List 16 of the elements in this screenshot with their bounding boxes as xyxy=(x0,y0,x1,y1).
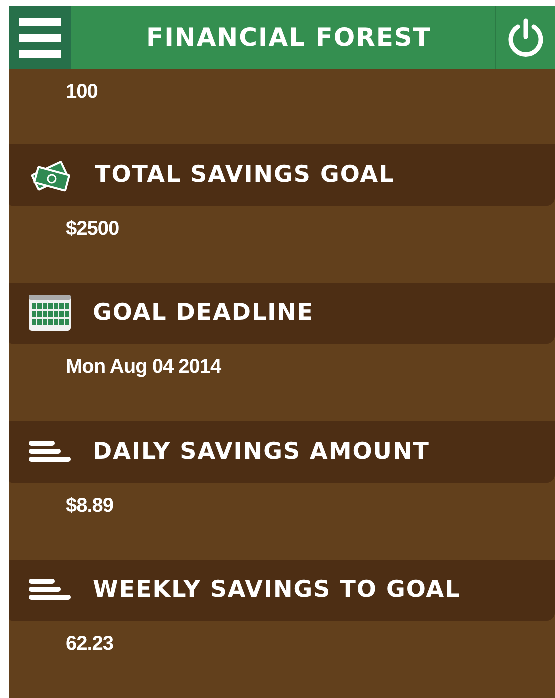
section-label: WEEKLY SAVINGS TO GOAL xyxy=(93,577,461,604)
menu-button[interactable] xyxy=(9,6,71,70)
lines-icon xyxy=(29,579,71,602)
menu-icon xyxy=(19,18,61,58)
app-title: FINANCIAL FOREST xyxy=(146,23,432,52)
calendar-icon xyxy=(29,295,71,332)
value-text: 100 xyxy=(66,81,98,104)
money-icon xyxy=(29,158,73,192)
value-text: $2500 xyxy=(66,218,120,241)
section-label: TOTAL SAVINGS GOAL xyxy=(95,162,395,188)
value-text: 62.23 xyxy=(66,632,114,656)
section-label: GOAL DEADLINE xyxy=(93,300,314,326)
lines-icon xyxy=(29,440,71,463)
value-text: Mon Aug 04 2014 xyxy=(66,356,222,380)
value-text: $8.89 xyxy=(66,494,114,518)
section-label: DAILY SAVINGS AMOUNT xyxy=(93,438,430,465)
